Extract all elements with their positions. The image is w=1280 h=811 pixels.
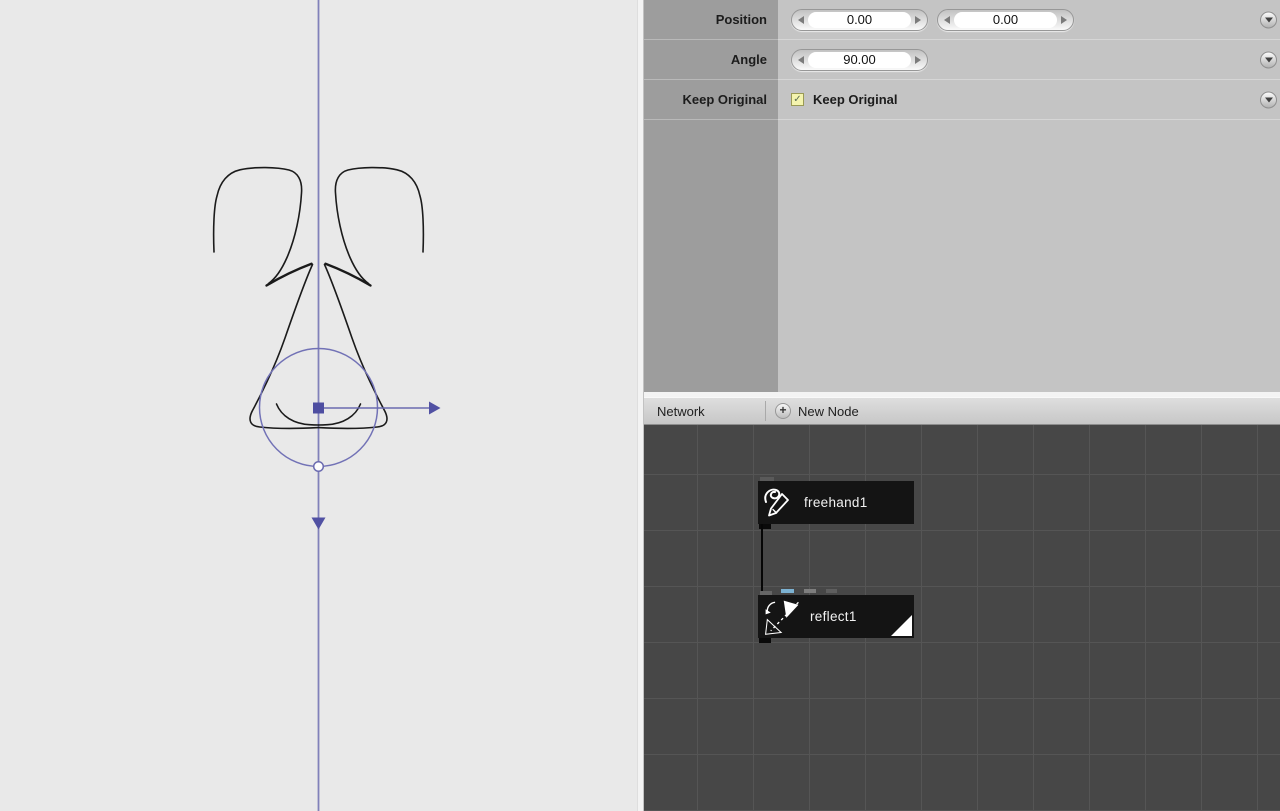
param-value-position: 0.00 0.00 <box>778 0 1280 40</box>
param-panel-empty-area <box>644 120 1280 392</box>
stepper-increment-icon[interactable] <box>1061 15 1067 24</box>
plus-icon: + <box>775 403 791 419</box>
transform-center-handle[interactable] <box>313 402 324 414</box>
network-pane-header: Network + New Node <box>644 397 1280 425</box>
node-reflect1[interactable]: reflect1 <box>758 595 914 638</box>
node-label: freehand1 <box>804 495 868 510</box>
reflect-input-port-shape[interactable] <box>781 589 794 593</box>
param-value-angle: 90.00 <box>778 40 1280 80</box>
freehand-pen-icon <box>764 488 789 516</box>
position-y-value[interactable]: 0.00 <box>954 11 1057 28</box>
reflect-input-port-angle[interactable] <box>826 589 837 593</box>
parameter-panel: Position 0.00 0.00 Angle 90.00 Keep Orig… <box>644 0 1280 392</box>
stepper-decrement-icon[interactable] <box>798 55 804 64</box>
stepper-decrement-icon[interactable] <box>798 15 804 24</box>
angle-value[interactable]: 90.00 <box>808 51 911 68</box>
chevron-down-icon <box>1264 97 1273 102</box>
network-pane-title: Network <box>657 403 705 419</box>
param-row-position: Position 0.00 0.00 <box>644 0 1280 40</box>
node-label: reflect1 <box>810 609 857 624</box>
reflect-input-port-position[interactable] <box>804 589 816 593</box>
node-freehand1[interactable]: freehand1 <box>758 481 914 524</box>
param-label-angle: Angle <box>644 40 778 80</box>
position-parameter-menu-button[interactable] <box>1260 11 1277 28</box>
stepper-increment-icon[interactable] <box>915 15 921 24</box>
transform-x-arrow-handle[interactable] <box>429 401 441 415</box>
nodebox-window: Position 0.00 0.00 Angle 90.00 Keep Orig… <box>0 0 1280 811</box>
param-value-keep-original: ✓ Keep Original <box>778 80 1280 120</box>
position-x-stepper[interactable]: 0.00 <box>791 8 928 31</box>
keep-original-parameter-menu-button[interactable] <box>1260 91 1277 108</box>
position-x-value[interactable]: 0.00 <box>808 11 911 28</box>
chevron-down-icon <box>1264 17 1273 22</box>
keep-original-checkbox[interactable]: ✓ <box>791 93 804 106</box>
stepper-decrement-icon[interactable] <box>944 15 950 24</box>
reflect-output-port-tab[interactable] <box>759 638 771 643</box>
node-connection-line <box>761 524 763 595</box>
reflect-cone-icon <box>765 600 799 635</box>
new-node-button[interactable]: + New Node <box>766 403 859 419</box>
stepper-increment-icon[interactable] <box>915 55 921 64</box>
transform-rotation-handle[interactable] <box>312 460 325 473</box>
param-row-angle: Angle 90.00 <box>644 40 1280 80</box>
angle-parameter-menu-button[interactable] <box>1260 51 1277 68</box>
param-label-keep-original: Keep Original <box>644 80 778 120</box>
param-label-column-filler <box>644 120 778 392</box>
vertical-pane-splitter[interactable] <box>637 0 644 811</box>
new-node-button-label: New Node <box>798 403 859 419</box>
transform-y-arrow-handle[interactable] <box>311 517 326 530</box>
param-row-keep-original: Keep Original ✓ Keep Original <box>644 80 1280 120</box>
rendered-node-flag-icon[interactable] <box>891 615 912 636</box>
freehand-path-left <box>212 166 320 430</box>
freehand-path-right-mirrored <box>317 166 425 430</box>
param-value-area-filler <box>778 120 1280 392</box>
chevron-down-icon <box>1264 57 1273 62</box>
position-y-stepper[interactable]: 0.00 <box>937 8 1074 31</box>
canvas-viewer[interactable] <box>0 0 637 811</box>
param-label-position: Position <box>644 0 778 40</box>
angle-stepper[interactable]: 90.00 <box>791 48 928 71</box>
canvas-drawing <box>212 0 441 811</box>
keep-original-checkbox-label: Keep Original <box>813 92 898 107</box>
network-editor-view[interactable]: freehand1 reflect1 <box>644 425 1280 811</box>
